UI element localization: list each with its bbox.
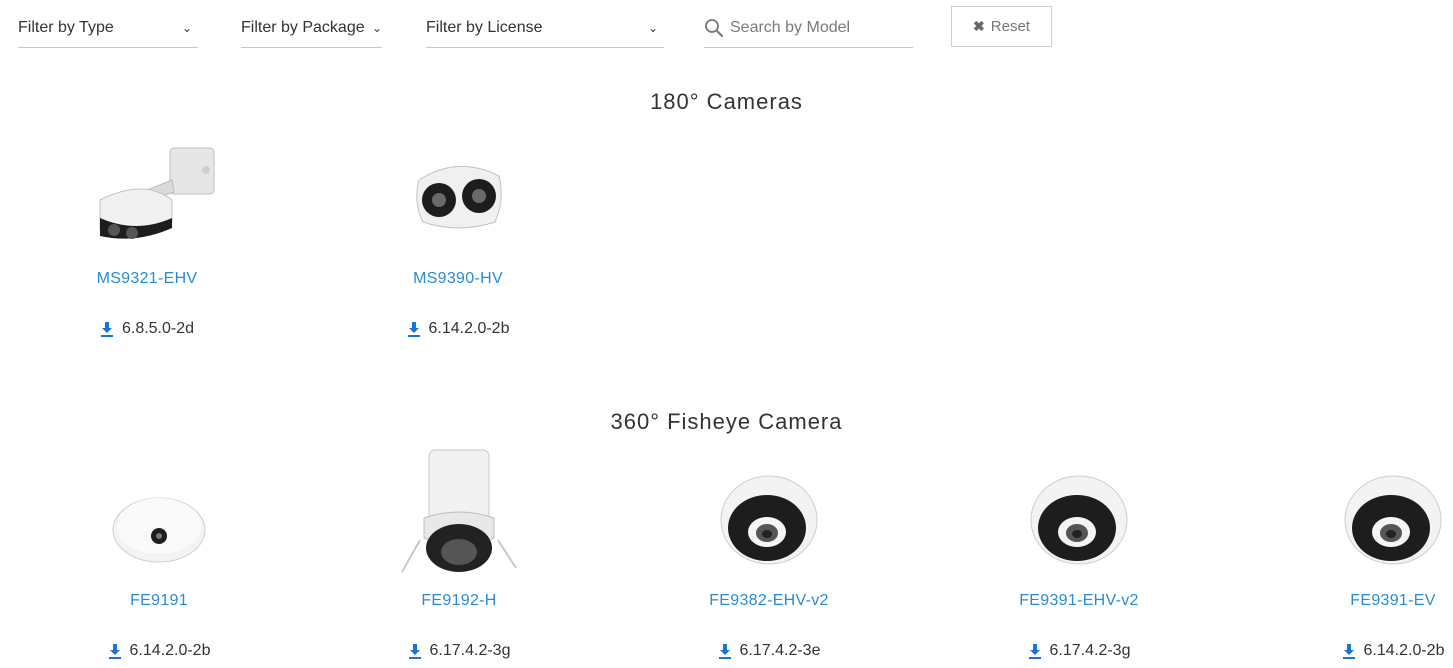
firmware-version: 6.17.4.2-3g [1049,642,1131,659]
chevron-down-icon: ⌄ [371,20,382,35]
download-icon [718,644,731,659]
download-icon [108,644,121,659]
model-link[interactable]: FE9391-EV [1273,592,1453,610]
chevron-down-icon: ⌄ [181,20,192,35]
camera-image[interactable] [384,448,534,578]
firmware-download-link[interactable]: 6.14.2.0-2b [39,642,279,660]
firmware-version: 6.17.4.2-3e [739,642,821,659]
model-link[interactable]: MS9321-EHV [27,270,267,288]
model-link[interactable]: FE9192-H [339,592,579,610]
firmware-download-link[interactable]: 6.14.2.0-2b [338,320,578,338]
firmware-download-link[interactable]: 6.17.4.2-3g [959,642,1199,660]
model-link[interactable]: MS9390-HV [338,270,578,288]
firmware-version: 6.8.5.0-2d [121,320,195,337]
search-box [704,8,913,48]
filter-package-label: Filter by Package [241,18,365,36]
firmware-version: 6.17.4.2-3g [429,642,511,659]
download-icon [100,322,113,337]
download-icon [407,322,420,337]
firmware-version: 6.14.2.0-2b [1363,642,1445,659]
model-link[interactable]: FE9191 [39,592,279,610]
firmware-download-link[interactable]: 6.17.4.2-3g [339,642,579,660]
firmware-download-link[interactable]: 6.17.4.2-3e [649,642,889,660]
search-input[interactable] [728,17,902,38]
section-title-360: 360° Fisheye Camera [610,409,843,434]
filter-license-label: Filter by License [426,18,543,36]
filter-license-select[interactable]: Filter by License ⌄ [426,8,664,48]
product-card: FE9391-EHV-v2 6.17.4.2-3g [959,448,1199,660]
camera-image[interactable] [1004,448,1154,578]
download-icon [1342,644,1355,659]
search-icon [705,18,723,37]
section-title-180: 180° Cameras [650,89,803,114]
download-icon [408,644,421,659]
firmware-download-link[interactable]: 6.14.2.0-2b [1273,642,1453,660]
camera-image[interactable] [694,448,844,578]
product-card: FE9191 6.14.2.0-2b [39,448,279,660]
product-card: MS9390-HV 6.14.2.0-2b [338,140,578,338]
filter-package-select[interactable]: Filter by Package ⌄ [241,8,382,48]
product-card: FE9192-H 6.17.4.2-3g [339,448,579,660]
filter-type-select[interactable]: Filter by Type ⌄ [18,8,198,48]
product-card: FE9391-EV 6.14.2.0-2b [1273,448,1453,660]
model-link[interactable]: FE9382-EHV-v2 [649,592,889,610]
reset-label: Reset [990,18,1030,35]
camera-image[interactable] [1318,448,1453,578]
firmware-download-link[interactable]: 6.8.5.0-2d [27,320,267,338]
reset-button[interactable]: ✖ Reset [951,6,1052,47]
times-icon: ✖ [973,18,985,34]
product-card: MS9321-EHV 6.8.5.0-2d [27,140,267,338]
firmware-version: 6.14.2.0-2b [428,320,510,337]
model-link[interactable]: FE9391-EHV-v2 [959,592,1199,610]
chevron-down-icon: ⌄ [647,20,658,35]
filter-type-label: Filter by Type [18,18,114,36]
download-icon [1028,644,1041,659]
camera-image[interactable] [84,448,234,578]
camera-image[interactable] [383,140,533,250]
firmware-version: 6.14.2.0-2b [129,642,211,659]
camera-image[interactable] [72,140,222,250]
product-card: FE9382-EHV-v2 6.17.4.2-3e [649,448,889,660]
